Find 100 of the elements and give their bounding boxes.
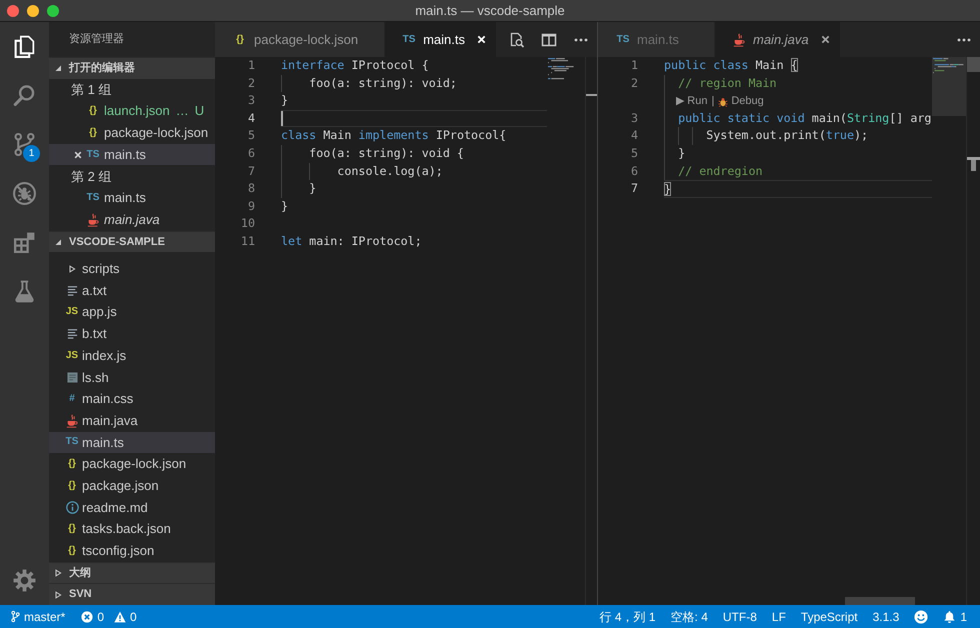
file-item[interactable]: # main.css: [49, 388, 215, 410]
notifications-button[interactable]: 1: [943, 608, 967, 626]
file-item[interactable]: b.txt: [49, 323, 215, 345]
file-type-label: {}: [89, 106, 97, 116]
minimize-window-button[interactable]: [27, 4, 39, 16]
file-type-label: JS: [66, 350, 78, 361]
section-header[interactable]: VSCODE-SAMPLE: [49, 230, 215, 252]
editor-tab[interactable]: TS main.ts: [598, 22, 715, 57]
line-number: 4: [248, 110, 255, 125]
open-editor-item[interactable]: {} launch.json … U: [49, 100, 215, 122]
smiley-icon[interactable]: [914, 610, 928, 624]
folder-item[interactable]: scripts: [49, 258, 215, 280]
open-editor-item[interactable]: TS main.ts: [49, 187, 215, 209]
file-item[interactable]: TS main.ts: [49, 432, 215, 454]
codelens-link[interactable]: ▶ Run: [676, 93, 708, 111]
line-number: 11: [240, 234, 255, 248]
split-editor-icon[interactable]: [541, 32, 557, 48]
file-item[interactable]: {} package.json: [49, 474, 215, 497]
line-number: 1: [248, 58, 255, 72]
file-type-label: {}: [68, 546, 76, 556]
file-item[interactable]: JS index.js: [49, 344, 215, 366]
files-icon[interactable]: [12, 34, 37, 59]
file-item[interactable]: JS app.js: [49, 301, 215, 324]
file-type-label: TS: [66, 437, 78, 448]
close-icon[interactable]: [820, 35, 830, 44]
file-search-icon[interactable]: [509, 32, 525, 48]
error-icon: [81, 610, 94, 622]
file-item[interactable]: main.java: [49, 410, 215, 432]
search-icon[interactable]: [12, 83, 37, 108]
errors-button[interactable]: 0: [81, 608, 104, 626]
file-item[interactable]: {} tasks.back.json: [49, 518, 215, 540]
code-line: public static void main(String[] arg: [678, 110, 932, 125]
status-item[interactable]: 行 4，列 1: [600, 608, 656, 626]
status-item[interactable]: 空格: 4: [670, 608, 708, 626]
open-editor-item[interactable]: TS main.ts: [49, 144, 215, 166]
file-type-label: {}: [236, 34, 244, 44]
file-type-label: {}: [68, 480, 76, 491]
warnings-button[interactable]: 0: [114, 608, 137, 626]
code-line: console.log(a);: [337, 164, 443, 178]
file-type-label: {}: [68, 459, 76, 470]
scrollbar-thumb[interactable]: [845, 597, 915, 605]
source-control-icon[interactable]: [12, 132, 37, 157]
code-line: System.out.print(true);: [706, 128, 868, 142]
settings-icon[interactable]: [12, 568, 37, 593]
file-item[interactable]: {} package-lock.json: [49, 453, 215, 475]
sidebar-title: 资源管理器: [69, 32, 124, 48]
codelens-link[interactable]: Debug: [718, 93, 764, 111]
editor-tab[interactable]: main.java: [715, 22, 840, 57]
text-lines-icon: [66, 328, 78, 340]
file-type-label: {}: [89, 128, 97, 138]
extensions-icon[interactable]: [12, 230, 37, 255]
branch-button[interactable]: master*: [11, 608, 66, 626]
minimap-drawing: [932, 57, 966, 116]
editor-tab[interactable]: {} package-lock.json: [215, 22, 386, 57]
status-item[interactable]: 3.1.3: [872, 608, 900, 626]
code-line: foo(a: string): void {: [309, 146, 464, 160]
caret-right-icon[interactable]: [54, 568, 62, 577]
bug-icon: [718, 96, 728, 107]
git-status-label: U: [194, 102, 204, 120]
section-header[interactable]: 大纲: [49, 562, 215, 584]
open-editor-item[interactable]: main.java: [49, 208, 215, 230]
bell-icon: [943, 610, 956, 623]
status-item[interactable]: UTF-8: [722, 608, 757, 626]
line-number: 3: [248, 93, 255, 108]
close-icon[interactable]: [74, 150, 82, 159]
file-item[interactable]: a.txt: [49, 280, 215, 302]
code-line: }: [664, 182, 672, 196]
file-item[interactable]: ls.sh: [49, 366, 215, 388]
status-item[interactable]: LF: [772, 608, 786, 626]
info-icon: [66, 500, 78, 514]
group-title: 第 1 组: [71, 80, 112, 99]
no-bug-icon[interactable]: [12, 181, 37, 206]
code-line: foo(a: string): void;: [309, 76, 457, 90]
file-type-label: TS: [86, 192, 100, 203]
scrollbar-thumb[interactable]: [967, 57, 980, 72]
file-type-label: TS: [402, 34, 416, 44]
coffee-cup-icon: [87, 212, 99, 227]
warning-icon: [114, 610, 126, 622]
caret-right-icon[interactable]: [68, 264, 76, 273]
section-header[interactable]: SVN: [49, 583, 215, 605]
section-header[interactable]: 打开的编辑器: [49, 57, 215, 79]
code-line: interface IProtocol {: [281, 58, 429, 72]
file-item[interactable]: {} tsconfig.json: [49, 540, 215, 562]
file-item[interactable]: readme.md: [49, 496, 215, 518]
count-badge: 1: [23, 145, 40, 162]
status-item[interactable]: TypeScript: [800, 608, 858, 626]
file-type-label: {}: [68, 524, 76, 534]
code-line: class Main implements IProtocol{: [281, 128, 506, 142]
code-line: let main: IProtocol;: [281, 234, 422, 248]
caret-down-icon[interactable]: [54, 238, 62, 246]
close-window-button[interactable]: [7, 4, 19, 16]
line-number: 2: [248, 76, 255, 90]
zoom-window-button[interactable]: [47, 4, 59, 16]
editor-tab[interactable]: TS main.ts: [385, 22, 496, 57]
branch-icon: [11, 610, 20, 623]
open-editor-item[interactable]: {} package-lock.json: [49, 122, 215, 144]
caret-right-icon[interactable]: [54, 590, 62, 599]
line-number: 10: [240, 216, 255, 230]
caret-down-icon[interactable]: [54, 64, 62, 72]
line-number: 6: [248, 146, 255, 160]
